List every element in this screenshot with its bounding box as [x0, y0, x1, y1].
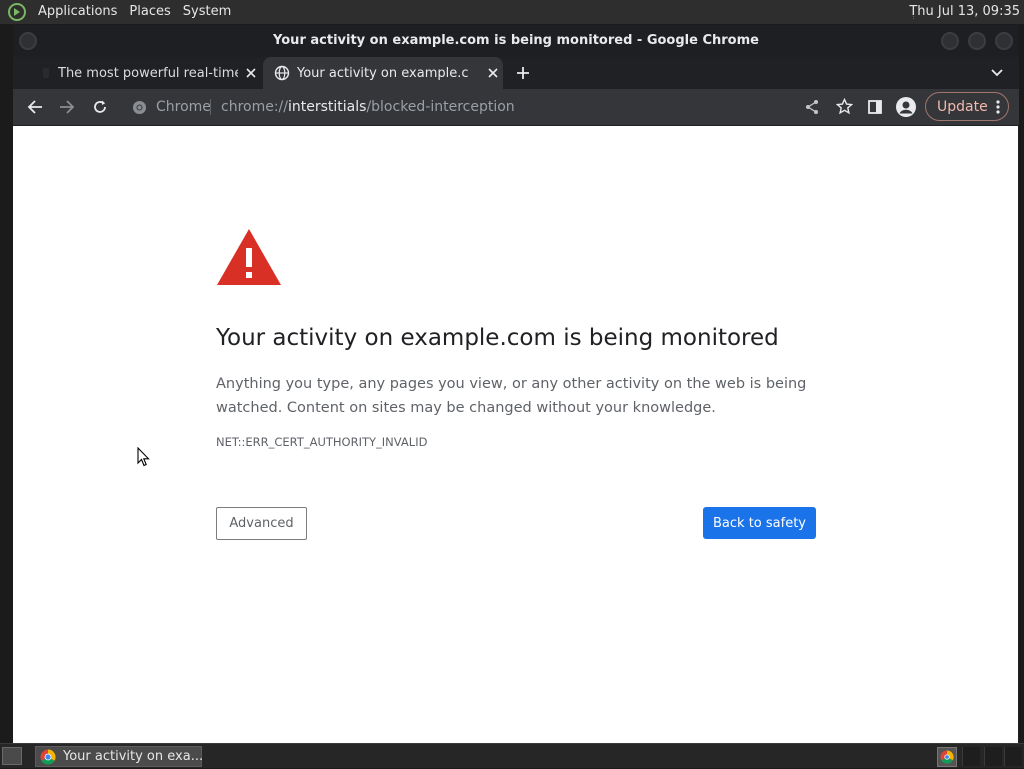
show-desktop-button[interactable] [2, 747, 22, 765]
profile-icon[interactable] [896, 97, 916, 117]
tab-strip: The most powerful real-time Your activit… [13, 57, 1019, 89]
site-chip: Chrome [156, 99, 211, 115]
back-arrow-icon[interactable] [25, 97, 45, 117]
close-icon[interactable] [485, 65, 501, 81]
distro-logo-icon[interactable] [6, 1, 28, 23]
menu-places[interactable]: Places [123, 0, 176, 24]
workspace-1[interactable] [962, 747, 980, 766]
maximize-button[interactable] [968, 32, 986, 50]
workspace-2[interactable] [984, 747, 1002, 766]
forward-arrow-icon[interactable] [57, 97, 77, 117]
share-icon[interactable] [804, 99, 820, 119]
warning-triangle-icon [216, 228, 282, 290]
tab-title: Your activity on example.com [297, 65, 469, 81]
tab-active[interactable]: Your activity on example.com [263, 57, 503, 89]
url-host: interstitials [288, 99, 367, 115]
star-icon[interactable] [835, 97, 854, 119]
taskbar: Your activity on exa... [0, 743, 1024, 768]
clock[interactable]: Thu Jul 13, 09:35 [909, 0, 1020, 24]
menu-system[interactable]: System [177, 0, 237, 24]
plus-icon[interactable] [513, 63, 533, 83]
workspace-3[interactable] [1004, 747, 1022, 766]
error-code[interactable]: NET::ERR_CERT_AUTHORITY_INVALID [216, 435, 427, 449]
advanced-button[interactable]: Advanced [216, 507, 307, 540]
back-to-safety-button[interactable]: Back to safety [703, 507, 816, 539]
page-title: Your activity on example.com is being mo… [216, 325, 779, 351]
tab-title: The most powerful real-time [58, 65, 238, 81]
minimize-button[interactable] [941, 32, 959, 50]
tab-favicon-icon [39, 66, 53, 80]
close-icon[interactable] [243, 65, 259, 81]
address-bar[interactable]: Chrome chrome://interstitials/blocked-in… [124, 92, 864, 122]
taskbar-window-label: Your activity on exa... [63, 749, 204, 764]
url-text: chrome://interstitials/blocked-intercept… [221, 99, 515, 115]
taskbar-window-item[interactable]: Your activity on exa... [35, 746, 204, 769]
window-title: Your activity on example.com is being mo… [273, 33, 759, 48]
reload-icon[interactable] [90, 97, 110, 117]
window-titlebar[interactable]: Your activity on example.com is being mo… [13, 25, 1019, 57]
globe-icon [274, 65, 290, 85]
more-vert-icon[interactable] [996, 99, 1000, 119]
divider [210, 99, 211, 115]
browser-toolbar: Chrome chrome://interstitials/blocked-in… [13, 89, 1019, 125]
chevron-down-icon[interactable] [989, 65, 1005, 81]
chrome-icon[interactable] [132, 100, 147, 119]
url-path: /blocked-interception [366, 99, 515, 115]
tray-chrome-icon[interactable] [937, 747, 957, 767]
chrome-icon [40, 749, 56, 769]
url-scheme: chrome:// [221, 99, 288, 115]
menu-applications[interactable]: Applications [32, 0, 123, 24]
close-window-button[interactable] [995, 32, 1013, 50]
mouse-cursor-icon [137, 446, 150, 471]
tab-realtime[interactable]: The most powerful real-time [25, 57, 261, 89]
update-button[interactable]: Update [925, 92, 1009, 121]
chrome-window: Your activity on example.com is being mo… [13, 25, 1019, 743]
update-label: Update [937, 98, 988, 115]
warning-description: Anything you type, any pages you view, o… [216, 376, 807, 416]
side-panel-icon[interactable] [865, 97, 885, 117]
window-menu-button[interactable] [19, 32, 37, 50]
top-panel: Applications Places System Thu Jul 13, 0… [0, 0, 1024, 24]
page-content: Your activity on example.com is being mo… [13, 126, 1018, 743]
